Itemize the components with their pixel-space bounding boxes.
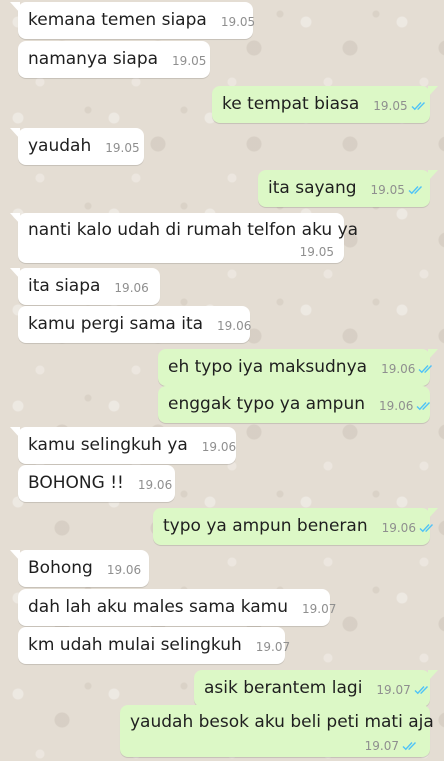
message-text: asik berantem lagi	[204, 678, 363, 698]
message-time: 19.07	[364, 739, 399, 753]
message-meta: 19.06	[379, 399, 434, 413]
message-time: 19.05	[373, 99, 408, 113]
double-check-icon	[419, 524, 433, 533]
message-bubble-incoming[interactable]: ita siapa 19.06	[10, 268, 160, 305]
message-text: ita sayang	[268, 178, 357, 198]
message-list[interactable]: kemana temen siapa 19.05 namanya siapa 19.…	[0, 0, 444, 761]
message-text: ita siapa	[28, 276, 101, 296]
message-time: 19.07	[376, 683, 411, 697]
message-time: 19.07	[255, 640, 291, 654]
message-text: enggak typo ya ampun	[168, 394, 366, 414]
bubble-tail	[428, 170, 438, 181]
message-bubble-incoming[interactable]: yaudah 19.05	[10, 128, 144, 165]
double-check-icon	[418, 365, 433, 374]
message-time: 19.06	[379, 399, 414, 413]
message-text: kamu selingkuh ya	[28, 435, 188, 455]
double-check-icon	[416, 402, 431, 411]
message-text: namanya siapa	[28, 49, 159, 69]
message-time: 19.05	[370, 183, 405, 197]
bubble-tail	[10, 2, 20, 13]
message-text: BOHONG !!	[28, 473, 124, 493]
double-check-icon	[411, 102, 425, 111]
message-time: 19.05	[105, 141, 140, 155]
message-bubble-incoming[interactable]: km udah mulai selingkuh 19.07	[18, 627, 290, 664]
message-bubble-incoming[interactable]: kamu selingkuh ya 19.06	[10, 427, 237, 464]
message-time: 19.05	[299, 245, 334, 259]
message-meta: 19.06	[382, 521, 437, 535]
message-text: yaudah besok aku beli peti mati aja	[130, 712, 434, 732]
message-time: 19.06	[137, 478, 173, 492]
double-check-icon	[408, 186, 422, 195]
message-bubble-outgoing[interactable]: ita sayang 19.05	[258, 170, 438, 207]
bubble-tail	[428, 508, 438, 519]
message-text: yaudah	[28, 136, 92, 156]
message-time: 19.07	[302, 602, 337, 616]
message-bubble-outgoing[interactable]: asik berantem lagi 19.07	[194, 670, 438, 707]
message-meta: 19.06	[381, 362, 436, 376]
message-time: 19.06	[381, 521, 416, 535]
bubble-tail	[10, 213, 20, 224]
message-bubble-incoming[interactable]: nanti kalo udah di rumah telfon aku ya 1…	[10, 213, 358, 263]
double-check-icon	[402, 742, 417, 751]
message-text: km udah mulai selingkuh	[28, 635, 242, 655]
message-text: kamu pergi sama ita	[28, 314, 204, 334]
bubble-tail	[428, 86, 438, 97]
message-meta: 19.07	[376, 683, 431, 697]
message-text: Bohong	[28, 558, 93, 578]
message-time: 19.06	[217, 319, 252, 333]
message-bubble-outgoing[interactable]: typo ya ampun beneran 19.06	[153, 508, 438, 545]
message-text: typo ya ampun beneran	[163, 516, 368, 536]
message-bubble-incoming[interactable]: Bohong 19.06	[10, 550, 149, 587]
message-text: kemana temen siapa	[28, 10, 207, 30]
message-bubble-outgoing[interactable]: eh typo iya maksudnya 19.06	[158, 349, 438, 386]
message-text: dah lah aku males sama kamu	[28, 597, 288, 617]
bubble-tail	[10, 128, 20, 139]
message-meta: 19.05	[371, 183, 426, 197]
message-bubble-outgoing[interactable]: enggak typo ya ampun 19.06	[158, 386, 431, 423]
bubble-tail	[428, 670, 438, 681]
message-bubble-incoming[interactable]: dah lah aku males sama kamu 19.07	[18, 589, 336, 626]
message-time: 19.05	[220, 15, 256, 29]
bubble-tail	[428, 349, 438, 360]
bubble-tail	[10, 550, 20, 561]
message-time: 19.05	[172, 54, 207, 68]
message-bubble-incoming[interactable]: BOHONG !! 19.06	[18, 465, 175, 502]
message-bubble-outgoing[interactable]: yaudah besok aku beli peti mati aja 19.0…	[120, 705, 434, 757]
message-bubble-incoming[interactable]: namanya siapa 19.05	[18, 41, 210, 78]
bubble-tail	[10, 427, 20, 438]
message-meta: 19.07	[365, 739, 420, 753]
message-time: 19.06	[381, 362, 416, 376]
message-text: eh typo iya maksudnya	[168, 357, 368, 377]
double-check-icon	[414, 686, 428, 695]
message-time: 19.06	[201, 440, 237, 454]
bubble-tail	[10, 268, 20, 279]
message-meta: 19.05	[373, 99, 428, 113]
message-text: ke tempat biasa	[222, 94, 360, 114]
message-bubble-incoming[interactable]: kamu pergi sama ita 19.06	[18, 306, 252, 343]
message-bubble-incoming[interactable]: kemana temen siapa 19.05	[10, 2, 256, 39]
message-bubble-outgoing[interactable]: ke tempat biasa 19.05	[212, 86, 438, 123]
message-time: 19.06	[106, 563, 142, 577]
message-time: 19.06	[114, 281, 149, 295]
message-text: nanti kalo udah di rumah telfon aku ya	[28, 220, 359, 240]
